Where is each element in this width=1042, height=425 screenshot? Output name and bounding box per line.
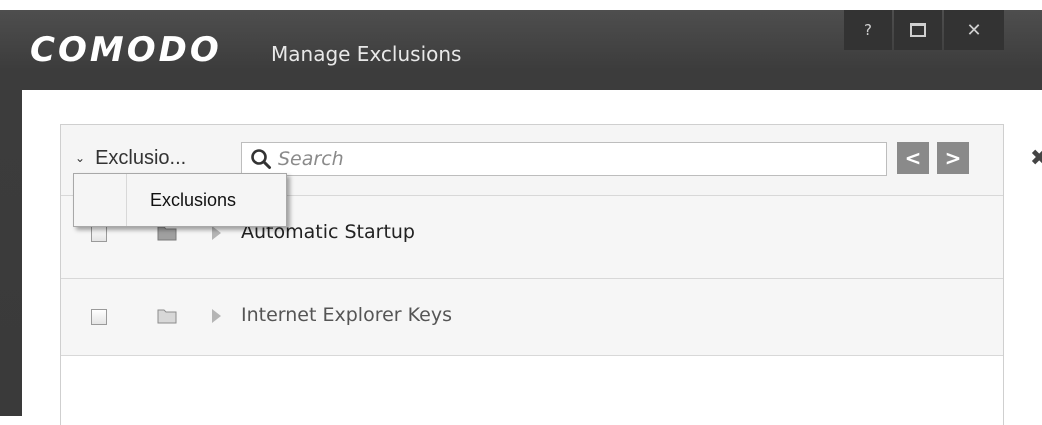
row-checkbox[interactable] [91, 309, 107, 325]
expand-arrow-icon[interactable] [212, 226, 221, 240]
maximize-icon [910, 23, 926, 37]
previous-button[interactable]: < [897, 142, 929, 174]
folder-icon [157, 226, 177, 241]
maximize-button[interactable] [894, 10, 942, 50]
expand-arrow-icon[interactable] [212, 309, 221, 323]
help-button[interactable]: ? [844, 10, 892, 50]
clear-search-icon[interactable]: ✖ [1030, 146, 1042, 171]
next-button[interactable]: > [937, 142, 969, 174]
list-item[interactable]: Internet Explorer Keys [61, 279, 1003, 356]
search-input[interactable] [276, 145, 840, 173]
menu-gutter [74, 174, 127, 226]
filter-dropdown[interactable]: ⌄ Exclusio... [75, 145, 186, 171]
filter-label: Exclusio... [95, 146, 187, 169]
content-area: ⌄ Exclusio... ✖ < > [22, 90, 1042, 425]
search-box: ✖ [241, 142, 1042, 176]
chevron-down-icon: ⌄ [75, 151, 86, 165]
window-title: Manage Exclusions [271, 42, 462, 66]
comodo-logo: COMODO [30, 30, 222, 70]
folder-icon [157, 309, 177, 324]
title-bar: COMODO Manage Exclusions ? ✕ [0, 10, 1042, 90]
search-icon [251, 149, 271, 169]
exclusions-panel: ⌄ Exclusio... ✖ < > [60, 124, 1042, 425]
close-button[interactable]: ✕ [944, 10, 1004, 50]
filter-dropdown-menu: Exclusions [73, 173, 287, 227]
menu-item-exclusions[interactable]: Exclusions [150, 190, 236, 211]
row-label: Internet Explorer Keys [241, 304, 452, 326]
row-checkbox[interactable] [91, 226, 107, 242]
